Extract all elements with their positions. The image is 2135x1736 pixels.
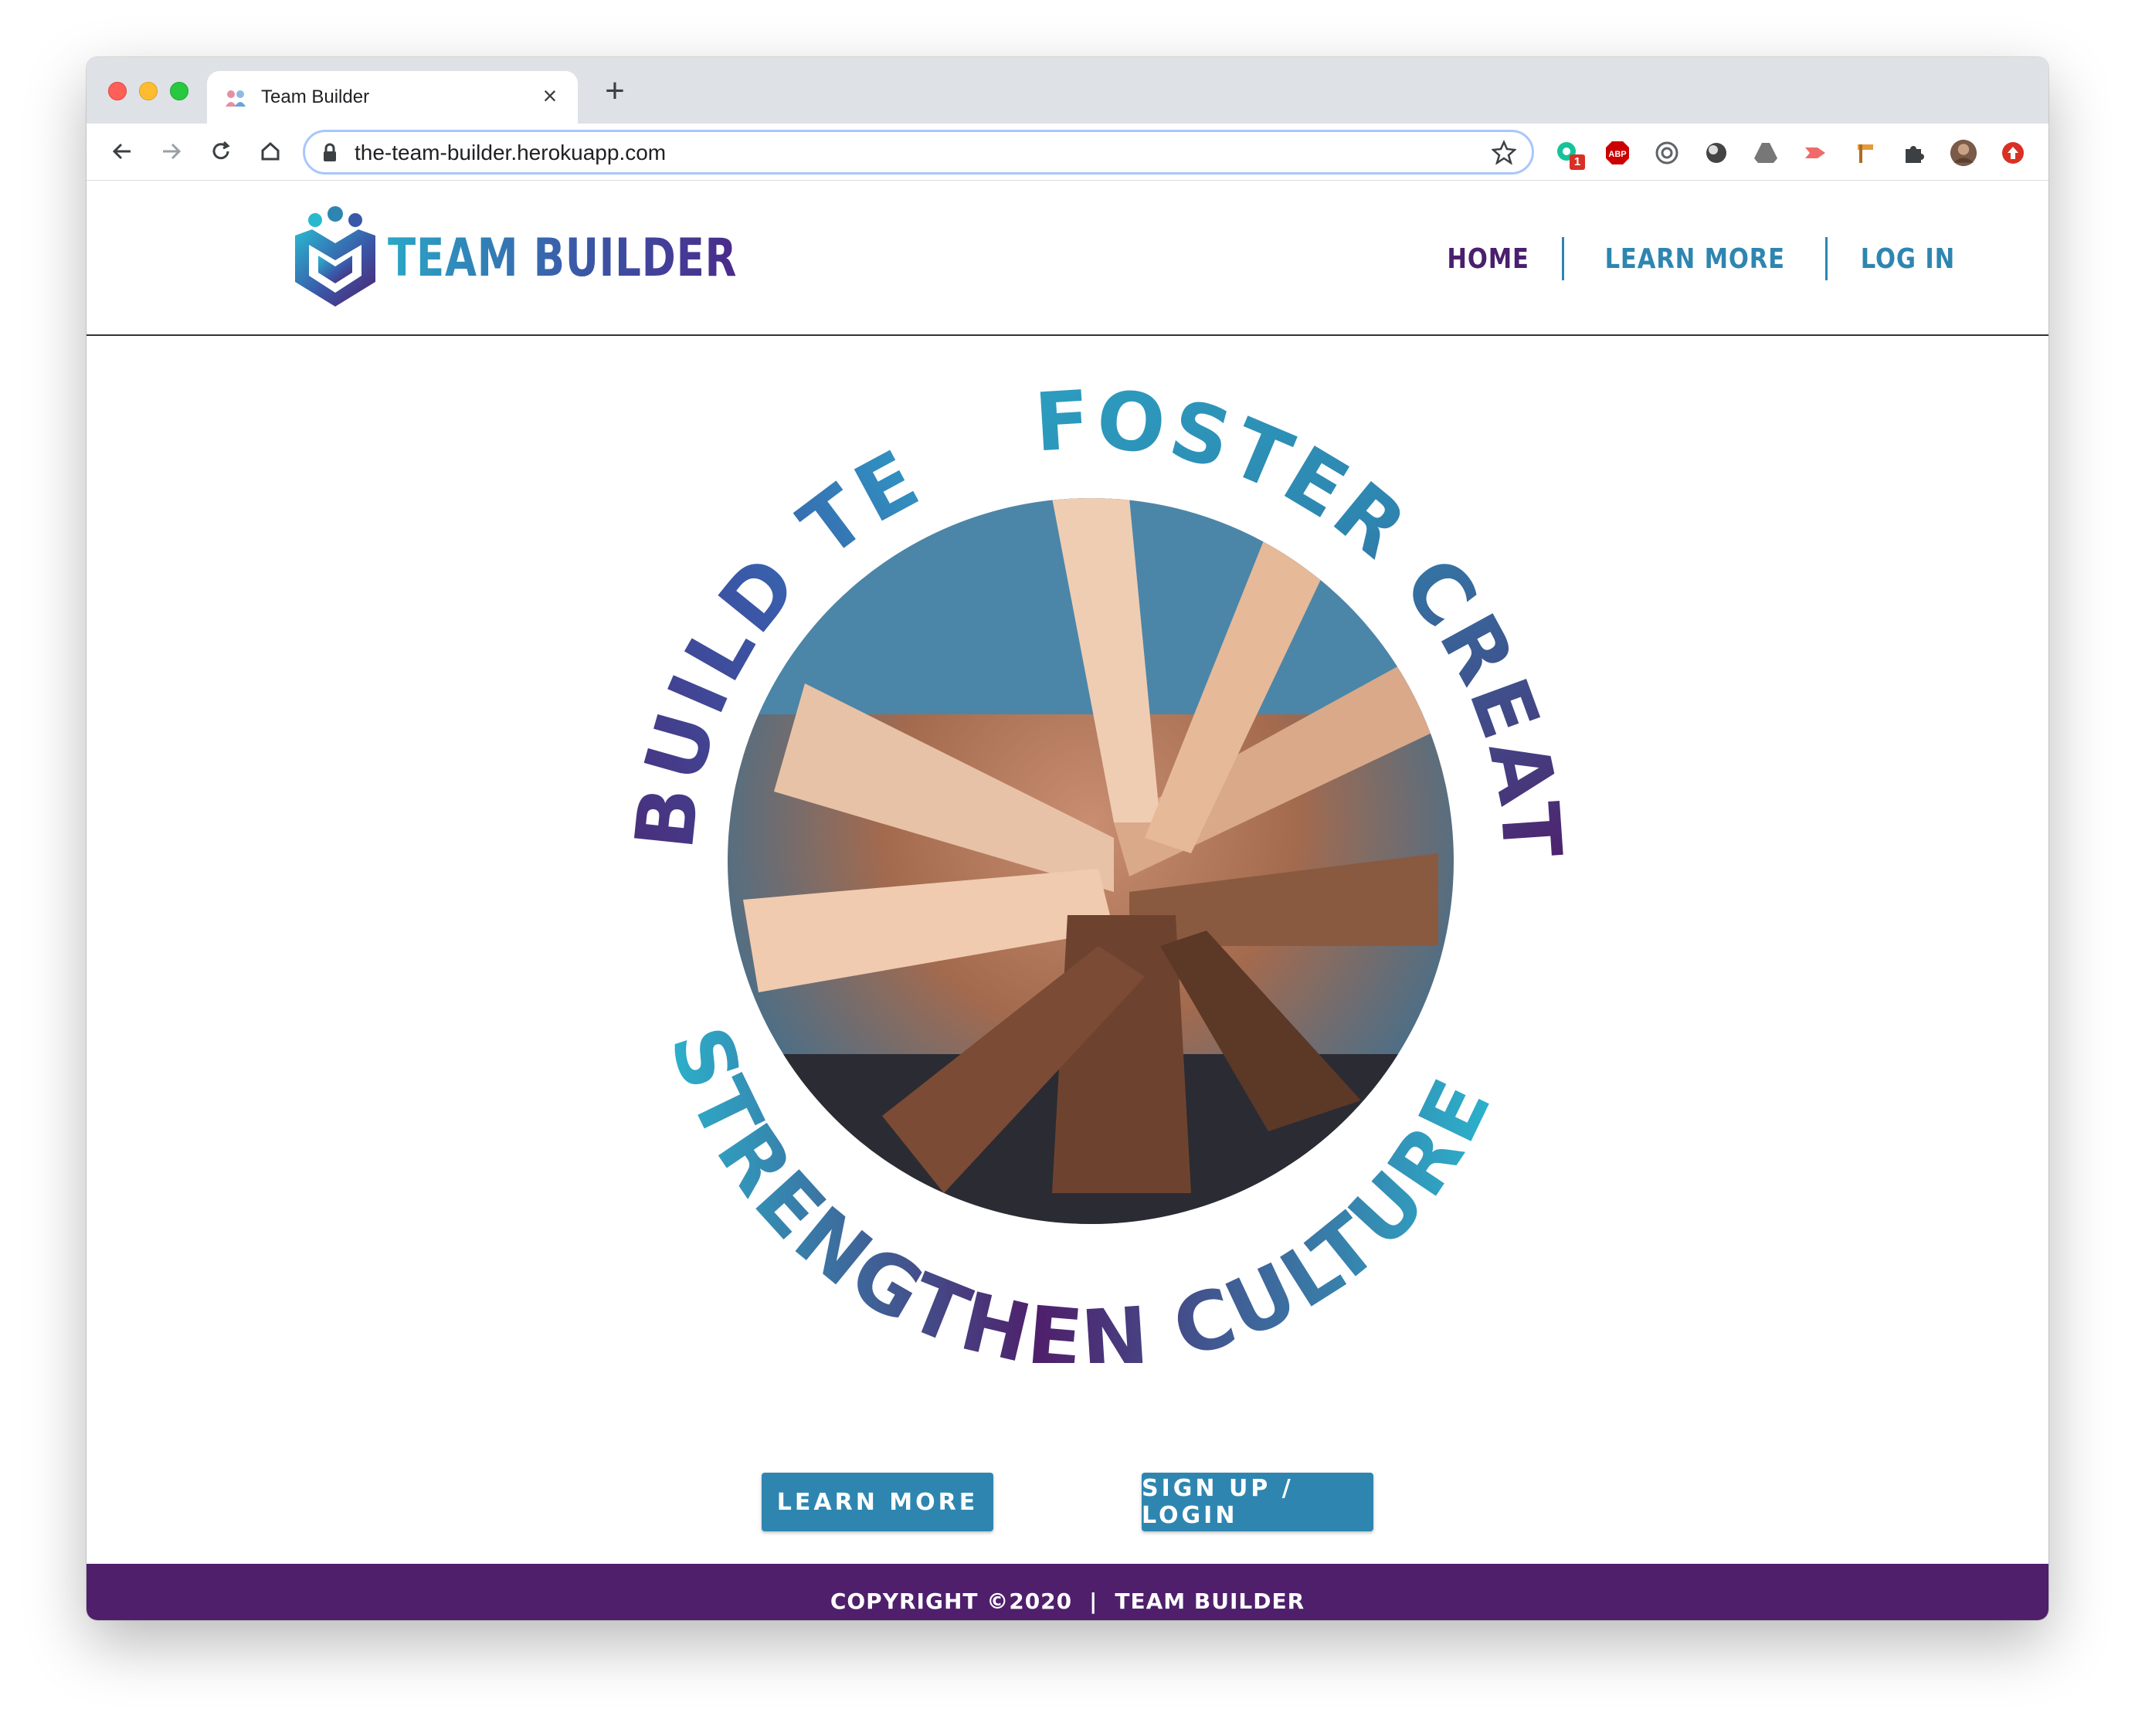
- update-icon[interactable]: [1999, 139, 2027, 167]
- team-builder-favicon-icon: [226, 90, 246, 107]
- sign-up-login-button[interactable]: SIGN UP / LOGIN: [1142, 1473, 1373, 1531]
- minimize-window-button[interactable]: [139, 82, 158, 100]
- site-header: TEAM BUILDER HOME LEARN MORE LOG IN: [87, 181, 2048, 336]
- footer-separator: |: [1089, 1588, 1098, 1614]
- stacked-hands-photo: [728, 498, 1454, 1224]
- profile-avatar[interactable]: [1950, 139, 1977, 167]
- hero-graphic: BUILD TEAMS FOSTER CREATIVITY STRENGTHEN…: [573, 359, 1577, 1363]
- new-tab-button[interactable]: +: [596, 73, 633, 110]
- home-button[interactable]: [253, 134, 287, 168]
- main-nav: HOME LEARN MORE LOG IN: [1415, 236, 1988, 282]
- team-builder-logo-icon: [295, 206, 375, 307]
- puzzle-icon[interactable]: [1900, 139, 1928, 167]
- tab-strip: Team Builder × +: [87, 57, 2048, 124]
- adblock-icon[interactable]: ABP: [1604, 139, 1631, 167]
- tab-close-icon[interactable]: ×: [536, 82, 564, 110]
- signpost-icon[interactable]: [1851, 139, 1879, 167]
- nav-divider: [1561, 237, 1564, 280]
- browser-toolbar: the-team-builder.herokuapp.com 1 ABP: [87, 124, 2048, 181]
- forward-arrow-icon: [163, 143, 182, 160]
- privacy-icon[interactable]: [1653, 139, 1681, 167]
- bookmark-star-icon[interactable]: [1492, 140, 1516, 164]
- nav-divider: [1825, 237, 1828, 280]
- address-bar[interactable]: the-team-builder.herokuapp.com: [303, 130, 1534, 175]
- footer-brand: TEAM BUILDER: [1115, 1588, 1305, 1614]
- nav-learn-more[interactable]: LEARN MORE: [1583, 243, 1806, 275]
- tab-title: Team Builder: [261, 86, 370, 107]
- reload-icon: [212, 141, 230, 160]
- dark-reader-icon[interactable]: [1702, 139, 1730, 167]
- back-arrow-icon: [112, 143, 131, 160]
- svg-text:ABP: ABP: [1608, 150, 1626, 159]
- close-window-button[interactable]: [108, 82, 127, 100]
- site-footer: COPYRIGHT ©2020 | TEAM BUILDER: [87, 1564, 2048, 1620]
- grammarly-icon[interactable]: 1: [1554, 139, 1585, 170]
- drive-icon[interactable]: [1752, 139, 1780, 167]
- footer-copyright: COPYRIGHT ©2020: [830, 1588, 1073, 1614]
- back-button[interactable]: [105, 134, 139, 168]
- nav-home[interactable]: HOME: [1427, 243, 1551, 275]
- cast-icon[interactable]: [1801, 139, 1829, 167]
- home-icon: [261, 141, 280, 161]
- extension-badge: 1: [1570, 154, 1585, 170]
- url-text: the-team-builder.herokuapp.com: [355, 141, 667, 164]
- learn-more-button[interactable]: LEARN MORE: [762, 1473, 993, 1531]
- hero-section: BUILD TEAMS FOSTER CREATIVITY STRENGTHEN…: [87, 336, 2048, 1448]
- page-viewport: TEAM BUILDER HOME LEARN MORE LOG IN BUIL…: [87, 181, 2048, 1620]
- brand-logo-link[interactable]: TEAM BUILDER: [289, 205, 836, 311]
- browser-tab[interactable]: Team Builder ×: [207, 71, 578, 124]
- forward-button[interactable]: [154, 134, 188, 168]
- lock-icon: [324, 143, 336, 161]
- maximize-window-button[interactable]: [170, 82, 188, 100]
- reload-button[interactable]: [204, 134, 238, 168]
- nav-log-in[interactable]: LOG IN: [1840, 243, 1977, 275]
- brand-name: TEAM BUILDER: [388, 227, 738, 289]
- browser-window: Team Builder × + the-team-builder.heroku…: [87, 57, 2048, 1620]
